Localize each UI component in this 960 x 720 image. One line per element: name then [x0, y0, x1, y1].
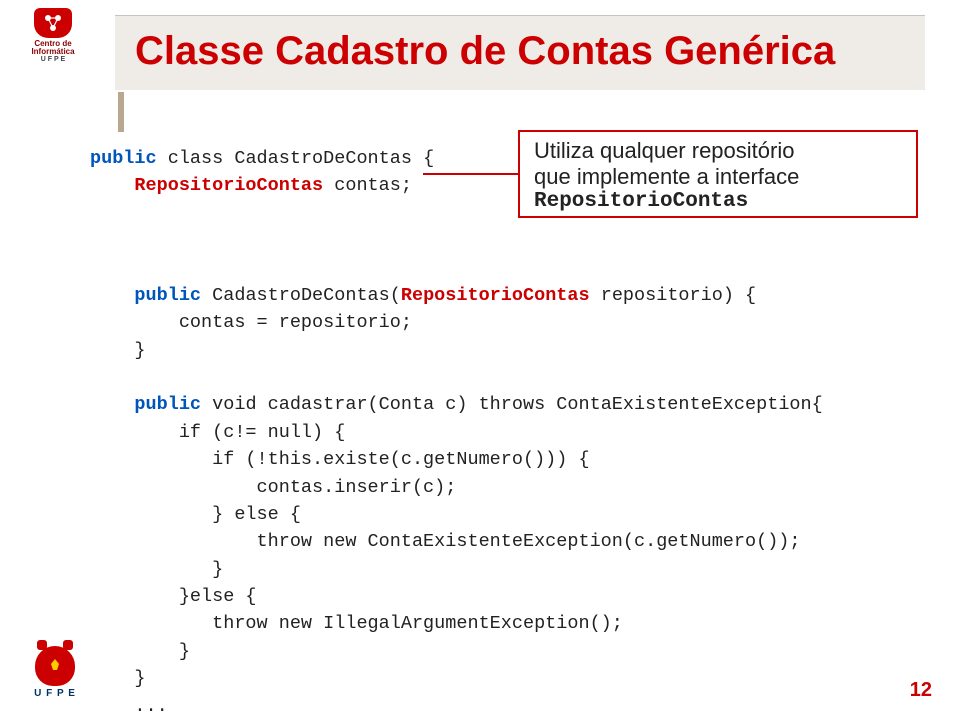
- code-text: } else {: [90, 504, 301, 525]
- code-text: }else {: [90, 586, 257, 607]
- title-divider: [118, 92, 124, 132]
- code-text: }: [90, 340, 146, 361]
- kw-public: public: [90, 285, 201, 306]
- code-text: }: [90, 641, 190, 662]
- logo-ufpe-text: U F P E: [34, 688, 76, 699]
- code-text: contas.inserir(c);: [90, 477, 456, 498]
- code-text: throw new IllegalArgumentException();: [90, 613, 623, 634]
- code-text: }: [90, 559, 223, 580]
- code-text: contas = repositorio;: [90, 312, 412, 333]
- code-block: public class CadastroDeContas { Reposito…: [90, 145, 920, 720]
- code-text: CadastroDeContas(: [201, 285, 401, 306]
- logo-cin: Centro de Informática U F P E: [18, 8, 88, 63]
- logo-cin-sub: U F P E: [41, 56, 65, 63]
- type-repositorio: RepositorioContas: [90, 175, 323, 196]
- logo-cin-text2: Informática: [31, 48, 74, 56]
- connector-icon: [43, 13, 63, 33]
- kw-public: public: [90, 394, 201, 415]
- code-text: if (c!= null) {: [90, 422, 345, 443]
- code-text: if (!this.existe(c.getNumero())) {: [90, 449, 590, 470]
- code-text: throw new ContaExistenteException(c.getN…: [90, 531, 801, 552]
- code-text: contas;: [323, 175, 412, 196]
- type-repositorio: RepositorioContas: [401, 285, 590, 306]
- code-text: }: [90, 668, 146, 689]
- code-text: class CadastroDeContas {: [157, 148, 435, 169]
- code-text: void cadastrar(Conta c) throws ContaExis…: [201, 394, 823, 415]
- kw-public: public: [90, 148, 157, 169]
- code-text: repositorio) {: [590, 285, 757, 306]
- ufpe-crest-icon: [35, 646, 75, 686]
- code-text: ...: [90, 696, 168, 717]
- slide-title-bar: Classe Cadastro de Contas Genérica: [115, 15, 925, 90]
- lion-icon: [45, 656, 65, 676]
- slide-title: Classe Cadastro de Contas Genérica: [115, 16, 925, 86]
- page-number: 12: [910, 679, 932, 702]
- cin-shield-icon: [34, 8, 72, 38]
- logo-ufpe: U F P E: [15, 646, 95, 706]
